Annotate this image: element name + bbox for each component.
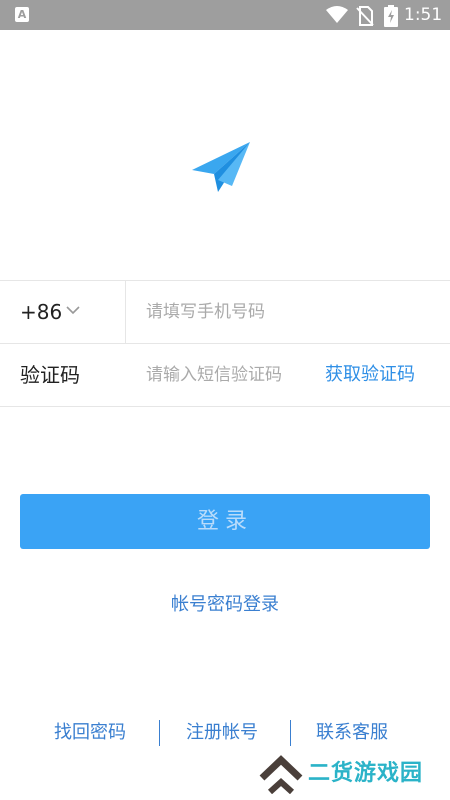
divider: [0, 406, 450, 407]
phone-number-input[interactable]: [146, 298, 436, 326]
link-separator: [159, 720, 160, 746]
vertical-divider: [125, 281, 126, 343]
phone-row: +86: [0, 281, 450, 343]
login-button[interactable]: 登录: [20, 494, 430, 549]
verification-code-label: 验证码: [20, 363, 80, 387]
verification-code-row: 验证码 获取验证码: [0, 344, 450, 406]
battery-charging-icon: [384, 5, 398, 27]
contact-service-link[interactable]: 联系客服: [316, 720, 388, 746]
get-code-button[interactable]: 获取验证码: [325, 362, 415, 388]
chevron-down-icon[interactable]: [66, 306, 80, 315]
bottom-links: 找回密码 注册帐号 联系客服: [0, 720, 450, 746]
link-separator: [290, 720, 291, 746]
account-password-login-link[interactable]: 帐号密码登录: [171, 594, 279, 615]
account-login-row: 帐号密码登录: [0, 592, 450, 618]
find-password-link[interactable]: 找回密码: [54, 720, 126, 746]
register-account-link[interactable]: 注册帐号: [186, 720, 258, 746]
chevron-up-icon: [259, 755, 303, 794]
sms-code-input[interactable]: [146, 361, 306, 389]
wifi-icon: [326, 6, 348, 23]
status-bar: A 1:51: [0, 0, 450, 30]
watermark: 二货游戏园: [258, 752, 448, 796]
watermark-text: 二货游戏园: [308, 761, 424, 786]
country-code[interactable]: +86: [20, 299, 62, 325]
paper-plane-icon: [192, 142, 250, 192]
status-time: 1:51: [404, 5, 443, 25]
app-notification-icon: A: [15, 7, 29, 22]
no-sim-icon: [356, 6, 374, 26]
